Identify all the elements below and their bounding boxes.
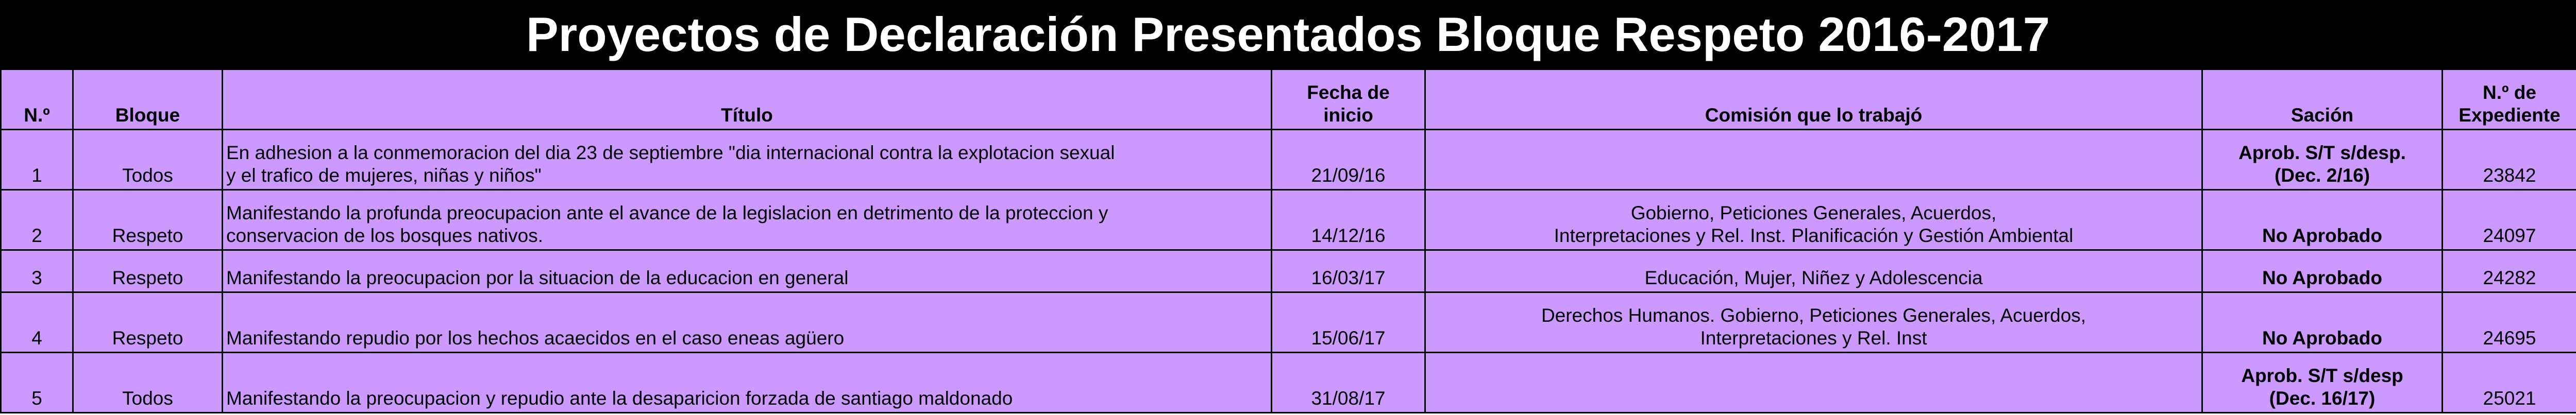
table-header-row: N.º Bloque Título Fecha de inicio Comisi… (0, 68, 2576, 130)
cell-sancion-line2: No Aprobado (2262, 225, 2382, 246)
cell-comision (1424, 129, 2203, 191)
header-exp-line1: N.º de (2483, 82, 2536, 103)
cell-num: 5 (0, 352, 74, 413)
cell-sancion: No Aprobado (2201, 189, 2443, 251)
cell-titulo: Manifestando la preocupacion y repudio a… (222, 352, 1272, 413)
cell-expediente: 24097 (2442, 189, 2576, 251)
cell-titulo: Manifestando repudio por los hechos acae… (222, 291, 1272, 353)
cell-num: 4 (0, 291, 74, 353)
cell-bloque: Respeto (72, 189, 223, 251)
cell-sancion-line2: No Aprobado (2262, 327, 2382, 349)
cell-sancion-line2: (Dec. 2/16) (2274, 165, 2370, 186)
cell-titulo-line1: Manifestando la profunda preocupacion an… (226, 202, 1108, 223)
table-row: 3 Respeto Manifestando la preocupacion p… (0, 249, 2576, 293)
cell-fecha: 16/03/17 (1271, 249, 1426, 293)
cell-fecha: 15/06/17 (1271, 291, 1426, 353)
cell-titulo-line2: conservacion de los bosques nativos. (226, 225, 543, 246)
header-bloque: Bloque (72, 68, 223, 130)
cell-sancion: Aprob. S/T s/desp. (Dec. 2/16) (2201, 129, 2443, 191)
cell-num: 1 (0, 129, 74, 191)
cell-sancion-line1: Aprob. S/T s/desp (2241, 365, 2403, 386)
cell-expediente: 24282 (2442, 249, 2576, 293)
cell-sancion: No Aprobado (2201, 291, 2443, 353)
cell-titulo: Manifestando la profunda preocupacion an… (222, 189, 1272, 251)
cell-comision: Gobierno, Peticiones Generales, Acuerdos… (1424, 189, 2203, 251)
cell-comision: Educación, Mujer, Niñez y Adolescencia (1424, 249, 2203, 293)
cell-bloque: Todos (72, 129, 223, 191)
header-fecha-line2: inicio (1323, 105, 1373, 126)
cell-titulo: En adhesion a la conmemoracion del dia 2… (222, 129, 1272, 191)
header-num: N.º (0, 68, 74, 130)
cell-sancion: No Aprobado (2201, 249, 2443, 293)
cell-bloque: Todos (72, 352, 223, 413)
table-row: 4 Respeto Manifestando repudio por los h… (0, 291, 2576, 353)
table-row: 2 Respeto Manifestando la profunda preoc… (0, 189, 2576, 251)
cell-titulo-line1: En adhesion a la conmemoracion del dia 2… (226, 142, 1115, 163)
cell-sancion-line1: Aprob. S/T s/desp. (2238, 142, 2406, 163)
cell-comision-line1: Derechos Humanos. Gobierno, Peticiones G… (1541, 305, 2086, 326)
cell-titulo-line2: y el trafico de mujeres, niñas y niños" (226, 165, 542, 186)
cell-comision (1424, 352, 2203, 413)
page-title: Proyectos de Declaración Presentados Blo… (0, 0, 2576, 68)
projects-table: N.º Bloque Título Fecha de inicio Comisi… (0, 68, 2576, 413)
cell-titulo: Manifestando la preocupacion por la situ… (222, 249, 1272, 293)
header-comision: Comisión que lo trabajó (1424, 68, 2203, 130)
header-exp-line2: Expediente (2459, 105, 2561, 126)
cell-sancion: Aprob. S/T s/desp (Dec. 16/17) (2201, 352, 2443, 413)
header-expediente: N.º de Expediente (2442, 68, 2576, 130)
cell-fecha: 31/08/17 (1271, 352, 1426, 413)
cell-bloque: Respeto (72, 291, 223, 353)
cell-comision-line2: Interpretaciones y Rel. Inst (1700, 327, 1927, 349)
table-row: 1 Todos En adhesion a la conmemoracion d… (0, 129, 2576, 191)
cell-fecha: 14/12/16 (1271, 189, 1426, 251)
cell-sancion-line2: (Dec. 16/17) (2269, 388, 2376, 409)
cell-expediente: 24695 (2442, 291, 2576, 353)
table-row: 5 Todos Manifestando la preocupacion y r… (0, 352, 2576, 413)
cell-expediente: 23842 (2442, 129, 2576, 191)
cell-num: 2 (0, 189, 74, 251)
cell-fecha: 21/09/16 (1271, 129, 1426, 191)
cell-comision-line2: Interpretaciones y Rel. Inst. Planificac… (1554, 225, 2074, 246)
cell-num: 3 (0, 249, 74, 293)
header-sancion: Sación (2201, 68, 2443, 130)
header-fecha-line1: Fecha de (1307, 82, 1390, 103)
header-titulo: Título (222, 68, 1272, 130)
spreadsheet-sheet: Proyectos de Declaración Presentados Blo… (0, 0, 2576, 415)
cell-comision-line1: Gobierno, Peticiones Generales, Acuerdos… (1630, 202, 1997, 223)
cell-bloque: Respeto (72, 249, 223, 293)
cell-comision: Derechos Humanos. Gobierno, Peticiones G… (1424, 291, 2203, 353)
header-fecha: Fecha de inicio (1271, 68, 1426, 130)
cell-expediente: 25021 (2442, 352, 2576, 413)
